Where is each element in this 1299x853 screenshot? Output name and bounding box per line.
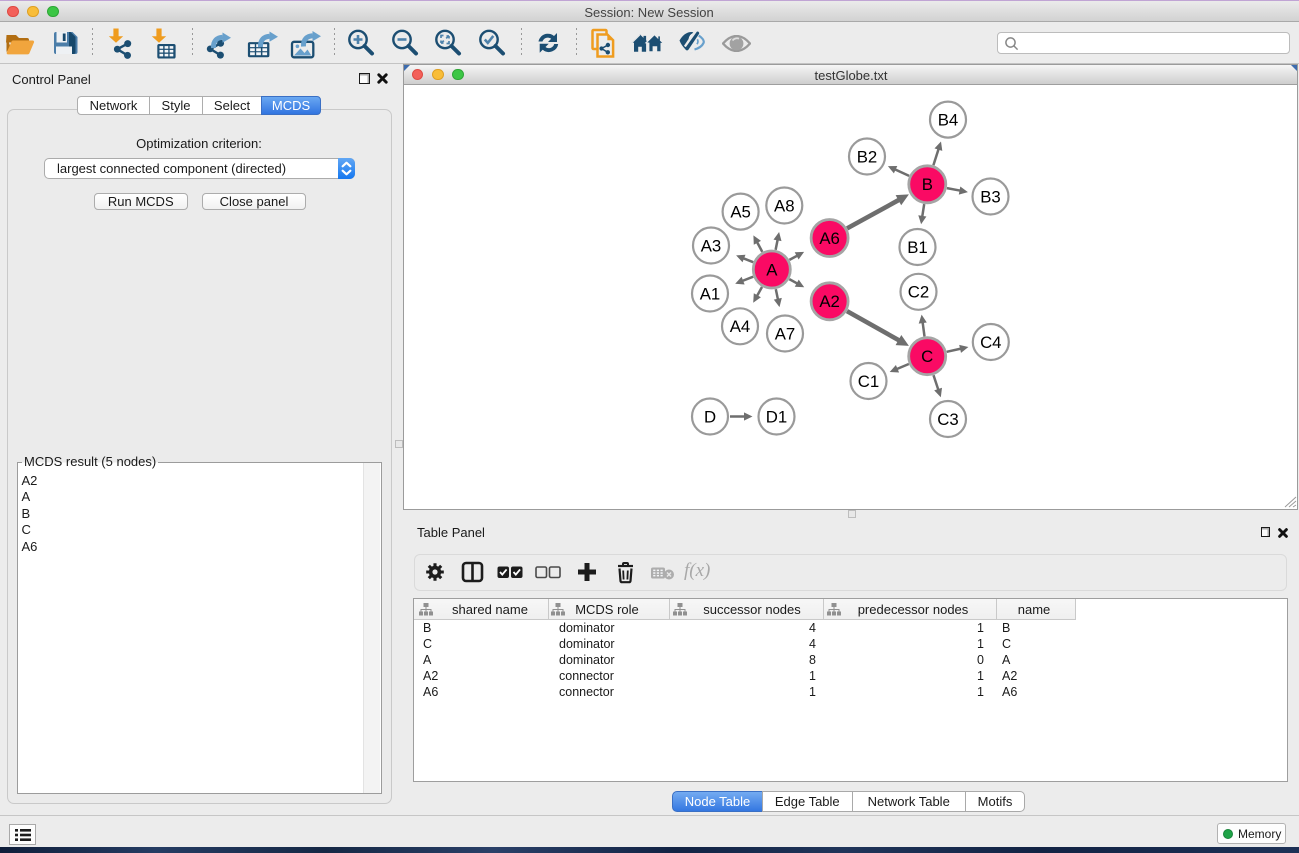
svg-text:D: D bbox=[704, 407, 716, 426]
svg-text:A3: A3 bbox=[701, 236, 722, 255]
svg-text:A7: A7 bbox=[775, 324, 796, 343]
svg-text:A: A bbox=[766, 260, 778, 279]
svg-text:C: C bbox=[921, 347, 933, 366]
svg-text:A8: A8 bbox=[774, 196, 795, 215]
svg-text:C3: C3 bbox=[937, 410, 958, 429]
svg-text:A6: A6 bbox=[819, 229, 840, 248]
svg-text:C2: C2 bbox=[908, 283, 929, 302]
svg-text:B3: B3 bbox=[980, 187, 1001, 206]
svg-text:B: B bbox=[922, 175, 933, 194]
svg-text:B2: B2 bbox=[857, 147, 878, 166]
svg-text:C1: C1 bbox=[858, 372, 879, 391]
svg-text:A1: A1 bbox=[700, 284, 721, 303]
svg-text:A4: A4 bbox=[730, 317, 751, 336]
svg-text:B1: B1 bbox=[907, 238, 928, 257]
svg-text:D1: D1 bbox=[766, 407, 787, 426]
svg-text:A2: A2 bbox=[819, 292, 840, 311]
svg-text:A5: A5 bbox=[730, 202, 751, 221]
svg-text:C4: C4 bbox=[980, 333, 1001, 352]
svg-text:B4: B4 bbox=[938, 110, 959, 129]
